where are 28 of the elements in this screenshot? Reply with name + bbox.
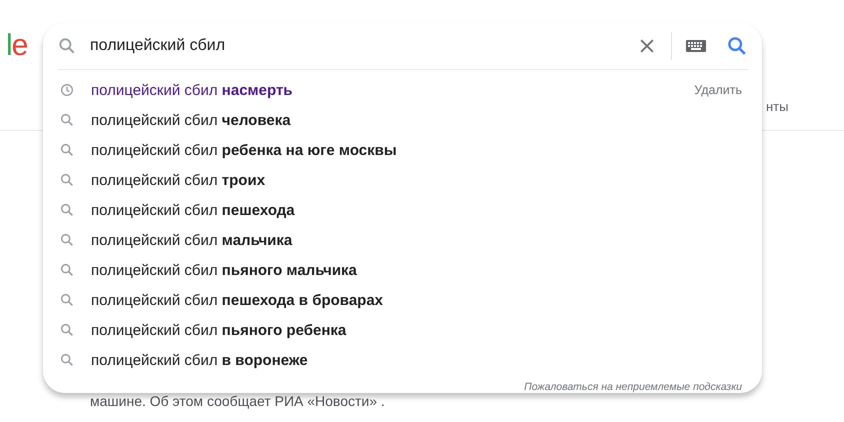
remove-link[interactable]: Удалить [694,83,742,97]
search-icon [59,292,75,308]
search-icon [59,322,75,338]
suggestion-item[interactable]: полицейский сбил пьяного мальчика [91,262,742,278]
search-icon [59,352,75,368]
suggestion-item[interactable]: полицейский сбил мальчика [91,232,742,248]
search-icon[interactable] [726,35,748,57]
clock-icon [59,82,75,98]
search-icon [59,232,75,248]
logo[interactable]: le [6,28,28,64]
report-link[interactable]: Пожаловаться на неприемлемые подсказки [524,381,742,393]
suggestion-item[interactable]: полицейский сбил насмерть [91,82,694,98]
search-icon [59,172,75,188]
result-snippet: машине. Об этом сообщает РИА «Новости» . [90,393,385,409]
search-icon [57,36,77,56]
suggestion-item[interactable]: полицейский сбил пешехода [91,202,742,218]
suggestion-item[interactable]: полицейский сбил ребенка на юге москвы [91,142,742,158]
tab-label[interactable]: нты [766,99,788,114]
suggestion-item[interactable]: полицейский сбил в воронеже [91,352,742,368]
suggestion-item[interactable]: полицейский сбил человека [91,112,742,128]
suggestion-item[interactable]: полицейский сбил пьяного ребенка [91,322,742,338]
search-icon [59,142,75,158]
suggestion-item[interactable]: полицейский сбил троих [91,172,742,188]
suggestion-item[interactable]: полицейский сбил пешехода в броварах [91,292,742,308]
search-icon [59,112,75,128]
keyboard-icon[interactable] [686,40,706,52]
search-icon [59,202,75,218]
search-icon [59,262,75,278]
